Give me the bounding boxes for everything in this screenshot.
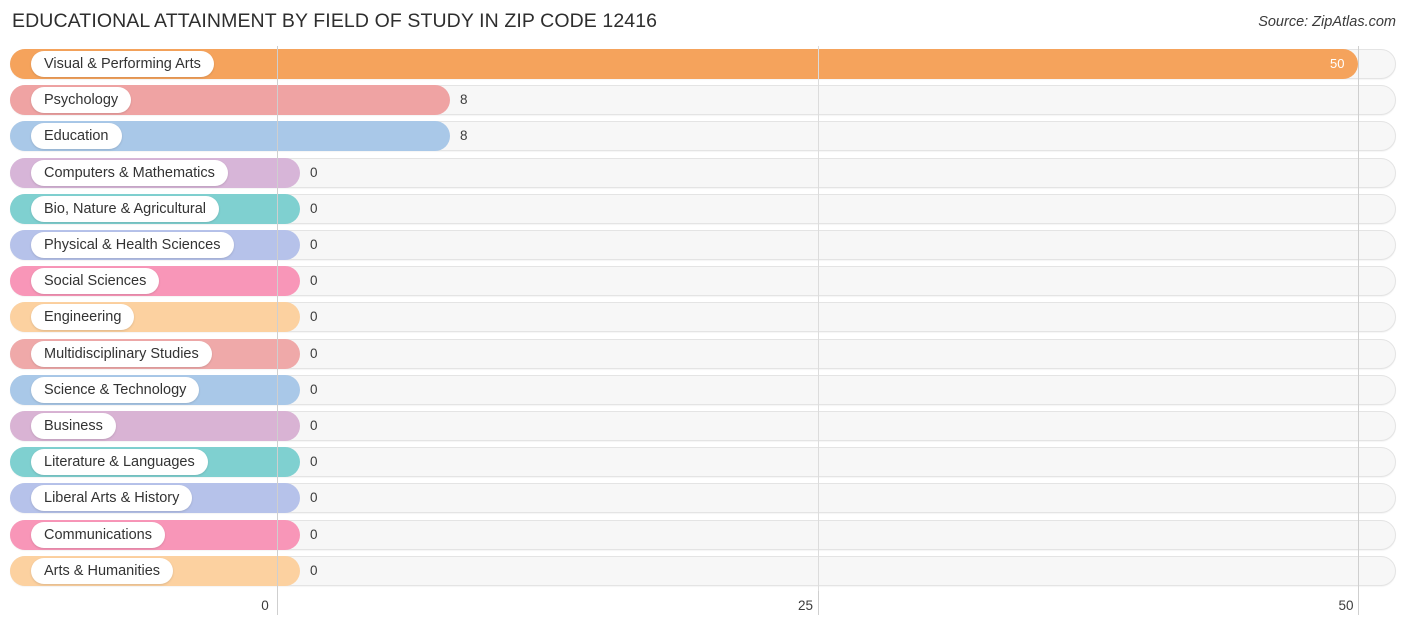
chart-row[interactable]: Communications 0 <box>10 519 1396 550</box>
chart-row[interactable]: Social Sciences 0 <box>10 266 1396 297</box>
axis-tick <box>817 591 819 615</box>
chart-row[interactable]: Science & Technology 0 <box>10 374 1396 405</box>
axis-tick <box>277 591 278 615</box>
category-label: Literature & Languages <box>31 449 208 476</box>
category-label: Computers & Mathematics <box>31 159 228 186</box>
category-label: Multidisciplinary Studies <box>31 340 212 367</box>
chart-row[interactable]: Literature & Languages 0 <box>10 447 1396 478</box>
category-label: Education <box>31 123 122 150</box>
chart-row[interactable]: Multidisciplinary Studies 0 <box>10 338 1396 369</box>
category-label: Physical & Health Sciences <box>31 232 234 258</box>
axis-tick-label: 50 <box>1338 598 1354 613</box>
gridline-25 <box>817 46 819 591</box>
bar-value-label: 8 <box>459 128 468 144</box>
chart-page: EDUCATIONAL ATTAINMENT BY FIELD OF STUDY… <box>0 0 1406 631</box>
category-label: Business <box>31 413 116 439</box>
bar-value-label: 8 <box>459 92 468 108</box>
gridline-50 <box>1358 46 1359 591</box>
chart-row[interactable]: Business 0 <box>10 411 1396 441</box>
plot-area: Visual & Performing Arts 50 Psychology 8 Edu… <box>0 46 1406 591</box>
chart-row[interactable]: Physical & Health Sciences 0 <box>10 230 1396 260</box>
chart-row[interactable]: Liberal Arts & History 0 <box>10 483 1396 514</box>
chart-row[interactable]: Psychology 8 <box>10 85 1396 116</box>
bar-value-label: 0 <box>310 273 318 289</box>
category-label: Communications <box>31 521 165 548</box>
chart-row[interactable]: Computers & Mathematics 0 <box>10 157 1396 188</box>
source-attribution: Source: ZipAtlas.com <box>1258 14 1396 30</box>
bar-value-label: 0 <box>310 526 318 542</box>
chart-row[interactable]: Bio, Nature & Agricultural 0 <box>10 193 1396 224</box>
gridline-0 <box>277 46 278 591</box>
bar-value-label: 0 <box>310 562 318 578</box>
x-axis: 0 25 50 <box>0 591 1406 631</box>
bar-value-label: 0 <box>310 381 318 397</box>
category-label: Psychology <box>31 87 132 114</box>
bar-value-label: 0 <box>310 237 318 252</box>
bar-value-label: 0 <box>310 345 318 361</box>
bar-value-label: 0 <box>310 164 318 180</box>
category-label: Science & Technology <box>31 376 200 403</box>
category-label: Arts & Humanities <box>31 557 174 584</box>
axis-tick-label: 0 <box>261 598 269 613</box>
category-label: Bio, Nature & Agricultural <box>31 195 219 222</box>
bar-value-label: 50 <box>1330 56 1345 71</box>
chart-row[interactable]: Arts & Humanities 0 <box>10 555 1396 586</box>
bar-value-label: 0 <box>310 454 318 470</box>
category-label: Engineering <box>31 304 135 331</box>
chart-row[interactable]: Visual & Performing Arts 50 <box>10 49 1396 79</box>
category-label: Visual & Performing Arts <box>31 51 214 77</box>
chart-row[interactable]: Engineering 0 <box>10 302 1396 333</box>
bar-value-label: 0 <box>310 490 318 506</box>
category-label: Social Sciences <box>31 268 160 295</box>
category-label: Liberal Arts & History <box>31 485 193 512</box>
page-title: EDUCATIONAL ATTAINMENT BY FIELD OF STUDY… <box>12 10 658 32</box>
chart-row[interactable]: Education 8 <box>10 121 1396 152</box>
axis-tick-label: 25 <box>797 598 814 613</box>
chart-header: EDUCATIONAL ATTAINMENT BY FIELD OF STUDY… <box>0 0 1406 44</box>
bar-value-label: 0 <box>310 418 318 433</box>
axis-tick <box>1358 591 1359 615</box>
bar-value-label: 0 <box>310 309 318 325</box>
bar-value-label: 0 <box>310 200 318 216</box>
